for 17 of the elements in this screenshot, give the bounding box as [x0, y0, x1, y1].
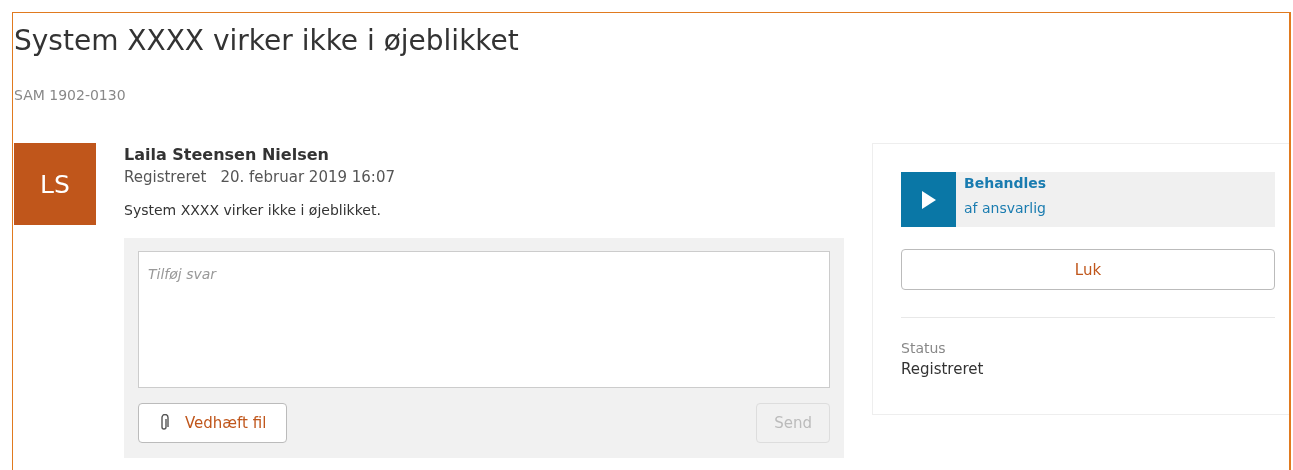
attach-file-button[interactable]: Vedhæft fil	[138, 403, 288, 443]
message-text: System XXXX virker ikke i øjeblikket.	[124, 202, 382, 218]
status-value: Registreret	[901, 360, 985, 378]
action-title: Behandles	[964, 175, 1047, 191]
event-label: Registreret	[124, 168, 207, 186]
play-icon	[921, 190, 936, 209]
author-name: Laila Steensen Nielsen	[124, 145, 330, 164]
avatar: LS	[14, 143, 96, 225]
reply-field[interactable]: Tilføj svar	[138, 251, 830, 388]
page-title: System XXXX virker ikke i øjeblikket	[14, 23, 520, 59]
timestamp: 20. februar 2019 16:07	[220, 168, 395, 186]
case-number: SAM 1902-0130	[14, 87, 127, 103]
status-label: Status	[901, 340, 947, 356]
paperclip-icon	[159, 414, 169, 432]
action-card[interactable]: Behandles af ansvarlig	[901, 172, 1275, 227]
close-case-button[interactable]: Luk	[901, 249, 1275, 290]
action-subtitle: af ansvarlig	[964, 200, 1047, 216]
